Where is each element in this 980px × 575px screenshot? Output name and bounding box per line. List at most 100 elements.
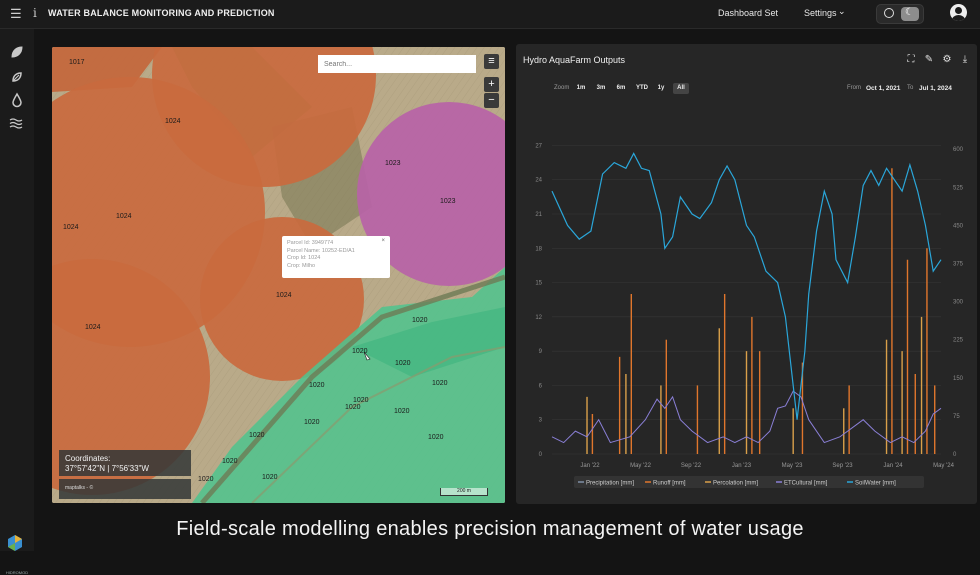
x-tick-label: May '23 xyxy=(782,463,803,469)
parcel-label: 1020 xyxy=(249,432,265,439)
x-tick-label: Jan '24 xyxy=(883,463,903,469)
parcel-label: 1024 xyxy=(85,324,101,331)
y-right-tick-label: 600 xyxy=(953,147,964,153)
zoom-label: Zoom xyxy=(554,85,570,91)
y-left-tick-label: 6 xyxy=(539,383,543,389)
theme-toggle[interactable]: ☾ xyxy=(876,4,924,24)
coordinates-value: 37°57'42"N | 7°56'33"W xyxy=(65,464,149,473)
parcel-label: 1024 xyxy=(276,292,292,299)
x-tick-label: May '22 xyxy=(630,463,651,469)
parcel-label: 1020 xyxy=(198,476,214,483)
y-left-tick-label: 27 xyxy=(535,143,542,149)
popup-line: Crop Id: 1024 xyxy=(287,255,321,261)
popup-line: Parcel Name: 10252-ED/A1 xyxy=(287,247,355,254)
legend-item: SoilWater [mm] xyxy=(855,481,896,487)
y-left-tick-label: 24 xyxy=(535,178,542,184)
parcel-label: 1020 xyxy=(395,360,411,367)
y-left-tick-label: 21 xyxy=(535,212,542,218)
dashboard-set-menu[interactable]: Dashboard Set xyxy=(718,8,778,18)
zoom-button-ytd[interactable]: YTD xyxy=(633,83,651,94)
to-date-input[interactable]: Jul 1, 2024 xyxy=(919,85,952,92)
parcel-label: 1020 xyxy=(394,408,410,415)
video-caption: Field-scale modelling enables precision … xyxy=(176,518,804,540)
fullscreen-icon[interactable]: ⛶ xyxy=(905,54,917,66)
y-right-tick-label: 150 xyxy=(953,376,964,382)
zoom-button-3m[interactable]: 3m xyxy=(594,83,608,94)
zoom-in-button[interactable]: + xyxy=(484,77,499,92)
chart-canvas: 0 3 6 9 12 15 18 21 24 27 0 75 150 225 300 375 450 525 600… xyxy=(535,143,964,488)
parcel-label: 1020 xyxy=(309,382,325,389)
y-right-tick-label: 450 xyxy=(953,223,964,229)
zoom-out-button[interactable]: − xyxy=(484,93,499,108)
y-left-tick-label: 3 xyxy=(539,418,543,424)
map-search-input[interactable] xyxy=(318,55,476,73)
y-right-tick-label: 225 xyxy=(953,338,964,344)
parcel-label: 1024 xyxy=(165,118,181,125)
y-left-tick-label: 18 xyxy=(535,246,542,252)
from-label: From xyxy=(847,85,861,91)
parcel-label: 1020 xyxy=(304,419,320,426)
legend-item: ETCultural [mm] xyxy=(784,481,828,487)
y-right-tick-label: 375 xyxy=(953,262,964,268)
sprout-icon[interactable] xyxy=(9,69,25,85)
y-right-tick-label: 300 xyxy=(953,300,964,306)
zoom-button-1m[interactable]: 1m xyxy=(574,83,588,94)
sidebar: HIDROMOD xyxy=(0,29,34,575)
zoom-button-all[interactable]: All xyxy=(673,83,689,94)
y-right-tick-label: 75 xyxy=(953,414,960,420)
chart-panel: 0 3 6 9 12 15 18 21 24 27 0 75 150 225 300 375 450 525 600… xyxy=(516,44,977,504)
map-panel[interactable]: 1017 1024 1024 1024 1024 1024 1023 1023 … xyxy=(52,47,505,503)
layers-menu-button[interactable]: ≡ xyxy=(484,54,499,69)
map-canvas[interactable]: 1017 1024 1024 1024 1024 1024 1023 1023 … xyxy=(52,47,505,503)
y-right-tick-label: 525 xyxy=(953,185,964,191)
dark-mode-button[interactable]: ☾ xyxy=(901,7,919,21)
legend-item: Percolation [mm] xyxy=(713,481,758,487)
waves-icon[interactable] xyxy=(9,115,25,131)
x-tick-label: Sep '23 xyxy=(832,463,853,469)
zoom-button-1y[interactable]: 1y xyxy=(655,83,667,94)
settings-menu[interactable]: Settings xyxy=(804,8,837,18)
x-tick-label: Sep '22 xyxy=(681,463,702,469)
close-icon[interactable]: × xyxy=(381,238,385,246)
popup-line: Crop: Milho xyxy=(287,262,316,269)
light-mode-icon[interactable] xyxy=(884,8,894,18)
parcel-label: 1020 xyxy=(345,404,361,411)
legend-item: Precipitation [mm] xyxy=(586,481,634,487)
top-bar: ☰ i WATER BALANCE MONITORING AND PREDICT… xyxy=(0,0,980,29)
y-left-tick-label: 12 xyxy=(535,315,542,321)
y-left-tick-label: 9 xyxy=(539,349,543,355)
coordinates-box: Coordinates: 37°57'42"N | 7°56'33"W xyxy=(59,450,191,476)
info-icon[interactable]: i xyxy=(33,6,37,20)
y-left-tick-label: 15 xyxy=(535,281,542,287)
user-avatar[interactable] xyxy=(950,4,967,21)
parcel-label: 1020 xyxy=(353,397,369,404)
legend-item: Runoff [mm] xyxy=(653,481,686,487)
parcel-label: 1017 xyxy=(69,59,85,66)
from-date-input[interactable]: Oct 1, 2021 xyxy=(866,85,900,92)
y-right-tick-label: 0 xyxy=(953,452,957,458)
map-attribution: maptalks - © xyxy=(59,479,191,499)
y-left-tick-label: 0 xyxy=(539,452,543,458)
gear-icon[interactable]: ⚙ xyxy=(941,54,953,66)
to-label: To xyxy=(907,85,914,91)
parcel-label: 1024 xyxy=(116,213,132,220)
parcel-popup: × Parcel Id: 3949774 Parcel Name: 10252-… xyxy=(282,236,390,278)
moon-icon: ☾ xyxy=(905,7,914,18)
parcel-label: 1020 xyxy=(428,434,444,441)
x-tick-label: Jan '22 xyxy=(580,463,600,469)
zoom-button-6m[interactable]: 6m xyxy=(614,83,628,94)
parcel-label: 1020 xyxy=(222,458,238,465)
edit-icon[interactable]: ✎ xyxy=(923,54,935,66)
coordinates-label: Coordinates: xyxy=(65,454,111,463)
logo-text: HIDROMOD xyxy=(5,570,29,575)
chevron-down-icon[interactable]: ⌄ xyxy=(838,6,846,17)
download-icon[interactable]: ⤓ xyxy=(959,54,971,66)
water-drop-icon[interactable] xyxy=(9,92,25,108)
parcel-label: 1020 xyxy=(412,317,428,324)
menu-icon[interactable]: ☰ xyxy=(10,6,22,22)
parcel-label: 1020 xyxy=(262,474,278,481)
x-tick-label: May '24 xyxy=(933,463,954,469)
x-tick-label: Jan '23 xyxy=(732,463,752,469)
leaf-icon[interactable] xyxy=(9,44,25,60)
parcel-label: 1024 xyxy=(63,224,79,231)
